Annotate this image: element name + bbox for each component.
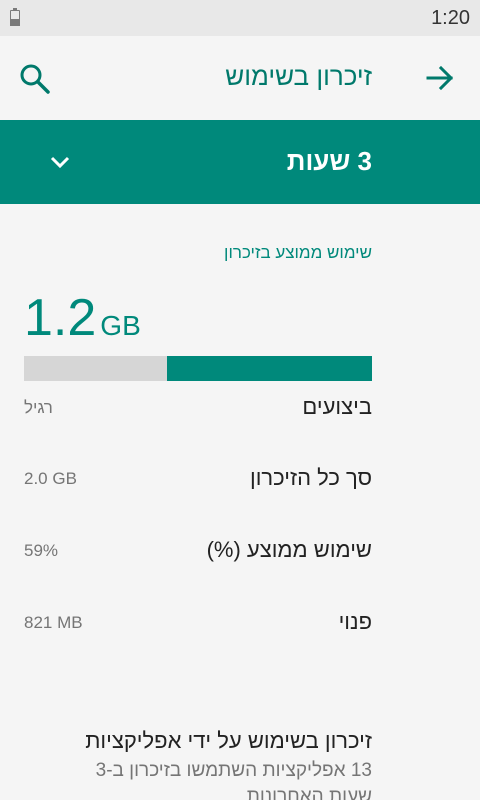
app-bar: זיכרון בשימוש [0,36,480,120]
stat-value: 59% [24,541,59,560]
stat-row-average-percent: שימוש ממוצע (%) 59% [24,535,372,571]
apps-memory-item[interactable]: זיכרון בשימוש על ידי אפליקציות 13 אפליקצ… [52,728,372,800]
stat-label: ביצועים [302,394,372,419]
stat-row-performance: ביצועים רגיל [24,392,372,428]
status-time: 1:20 [431,7,470,29]
period-selector[interactable]: 3 שעות [0,120,480,204]
chevron-down-icon [48,150,72,174]
page-title: זיכרון בשימוש [225,61,372,91]
battery-icon [10,8,20,26]
apps-memory-title: זיכרון בשימוש על ידי אפליקציות [85,728,372,753]
stat-row-total-memory: סך כל הזיכרון 2.0 GB [24,463,372,499]
stat-label: שימוש ממוצע (%) [206,537,372,562]
period-label: 3 שעות [286,146,372,176]
memory-usage-bar [24,356,372,381]
memory-usage-bar-fill [166,356,372,381]
search-icon [20,64,50,94]
usage-number: 1.2 [24,289,97,347]
stat-value: רגיל [24,398,53,417]
apps-memory-subtitle: 13 אפליקציות השתמשו בזיכרון ב-3 שעות האח… [95,760,372,800]
stat-value: 2.0 GB [24,469,77,488]
arrow-forward-icon [426,65,454,91]
average-usage-label: שימוש ממוצע בזיכרון [224,243,372,262]
status-bar: 1:20 [0,0,480,36]
average-usage-value: 1.2 GB [24,288,141,348]
search-button[interactable] [18,62,52,96]
usage-unit: GB [100,310,141,341]
back-button[interactable] [424,62,456,94]
stat-label: סך כל הזיכרון [249,465,372,490]
stat-value: 821 MB [24,613,83,632]
stat-label: פנוי [338,609,372,634]
stat-row-free: פנוי 821 MB [24,607,372,643]
